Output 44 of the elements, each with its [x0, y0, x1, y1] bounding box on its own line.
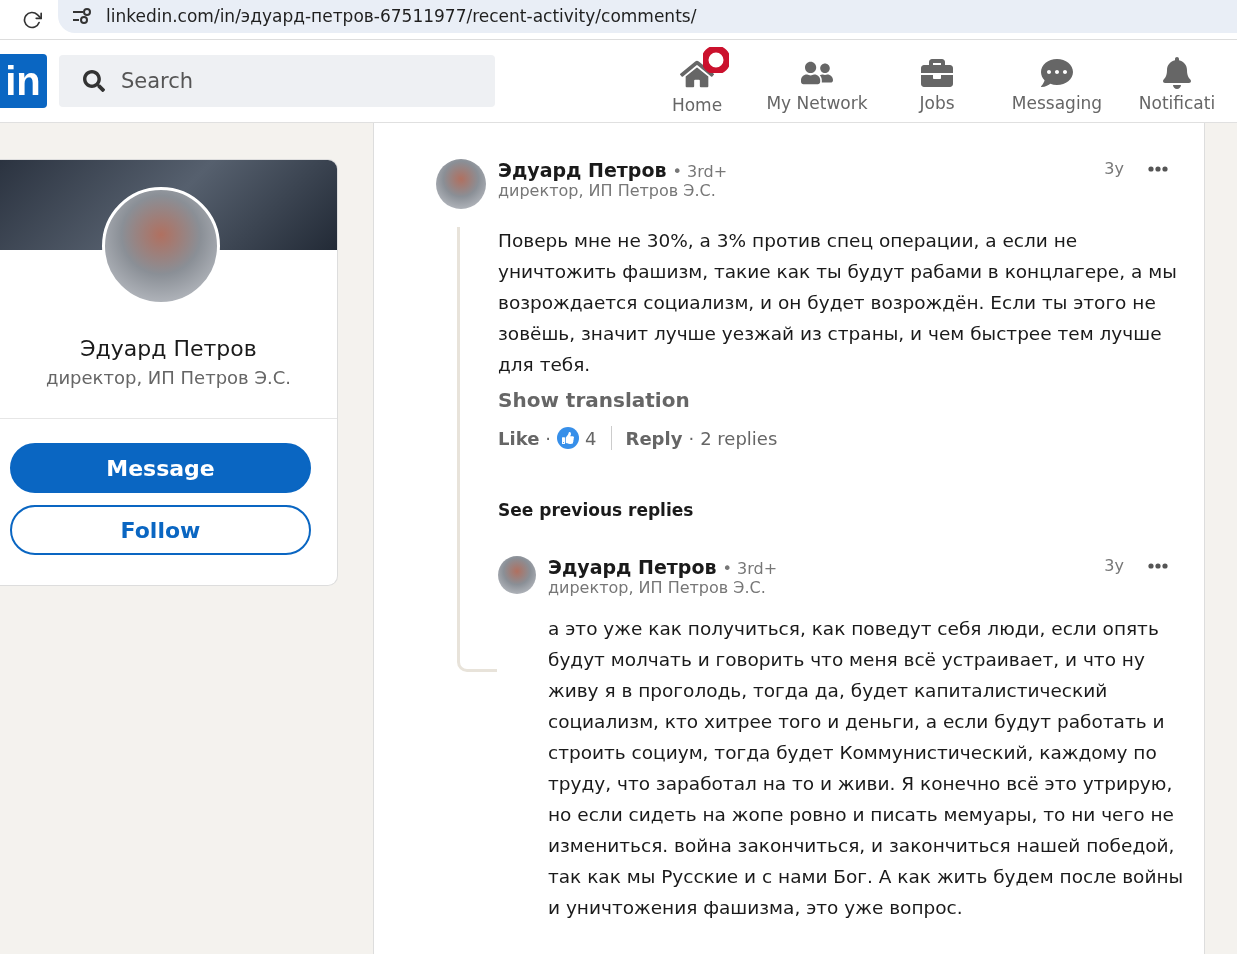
search-icon — [83, 70, 105, 92]
message-button[interactable]: Message — [10, 443, 311, 493]
site-settings-icon[interactable] — [72, 7, 92, 24]
nav-item[interactable]: Home — [637, 47, 757, 115]
replies-count[interactable]: 2 replies — [700, 427, 778, 449]
profile-headline: директор, ИП Петров Э.С. — [44, 367, 293, 388]
follow-button[interactable]: Follow — [10, 505, 311, 555]
search-field[interactable]: Search — [119, 68, 419, 94]
reload-icon[interactable] — [22, 9, 42, 30]
speech-bubble-icon — [1041, 57, 1073, 89]
briefcase-icon — [921, 57, 953, 89]
profile-name: Эдуард Петров — [79, 336, 258, 361]
more-icon — [1148, 165, 1168, 172]
like-count: 4 — [585, 427, 597, 449]
reply-button[interactable]: Reply — [625, 427, 683, 449]
author-name[interactable]: Эдуард Петров — [498, 159, 667, 181]
nav-item[interactable]: Messaging — [997, 47, 1117, 115]
more-options-button[interactable] — [1148, 165, 1168, 172]
comment-time: 3y — [1104, 159, 1124, 178]
connection-degree: • 3rd+ — [722, 559, 778, 578]
author-headline: директор, ИП Петров Э.С. — [548, 578, 767, 597]
nav-item[interactable]: My Network — [757, 47, 877, 115]
search-bar[interactable]: Search — [59, 55, 495, 107]
more-options-button[interactable] — [1148, 562, 1168, 569]
like-button[interactable]: Like — [498, 427, 540, 449]
comment-text: Поверь мне не 30%, а 3% против спец операции, а если не уничтожить фашизм, такие как ты будут рабами в концлагере, а мы возрождается социализм, и он будет возрождён. Если ты этого не зовёшь, значит лучше уезжай из страны, и чем быстрее тем лучше для тебя. — [498, 229, 1178, 377]
separator-dot: · — [545, 427, 552, 449]
avatar-photo-placeholder[interactable] — [498, 556, 536, 594]
show-translation-link[interactable]: Show translation — [498, 388, 690, 412]
comment-time: 3y — [1104, 556, 1124, 575]
see-previous-replies-link[interactable]: See previous replies — [498, 500, 694, 520]
author-headline: директор, ИП Петров Э.С. — [498, 181, 717, 200]
nav-item[interactable]: Notificati — [1117, 47, 1237, 115]
reply-text: а это уже как получиться, как поведут себя люди, если опять будут молчать и говорить что меня всё устраивает, и что ну живу я в проголодь, тогда да, будет капиталистический социализм, кто хитрее того и деньги, а если будут работать и строить социум, тогда будет Коммунистический, каждому по труду, что заработал на то и живи. Я конечно всё это утрирую, но если сидеть на жопе ровно и писать мемуары, то ни чего не измениться. война закончиться, и закончиться нашей победой, так как мы Русские и с нами Бог. А как жить будем после войны и уничтожения фашизма, это уже вопрос. — [548, 617, 1185, 920]
logo[interactable]: in — [0, 54, 47, 108]
avatar-photo-placeholder[interactable] — [436, 159, 486, 209]
nav-item[interactable]: Jobs — [877, 47, 997, 115]
thumbs-up-icon — [557, 427, 580, 449]
author-name[interactable]: Эдуард Петров — [548, 556, 717, 578]
more-icon — [1148, 562, 1168, 569]
connection-degree: • 3rd+ — [672, 162, 728, 181]
bell-icon — [1161, 57, 1193, 89]
address-bar[interactable]: linkedin.com/in/эдуард-петров-67511977/recent-activity/comments/ — [58, 0, 1237, 33]
separator-dot: · — [688, 427, 695, 449]
